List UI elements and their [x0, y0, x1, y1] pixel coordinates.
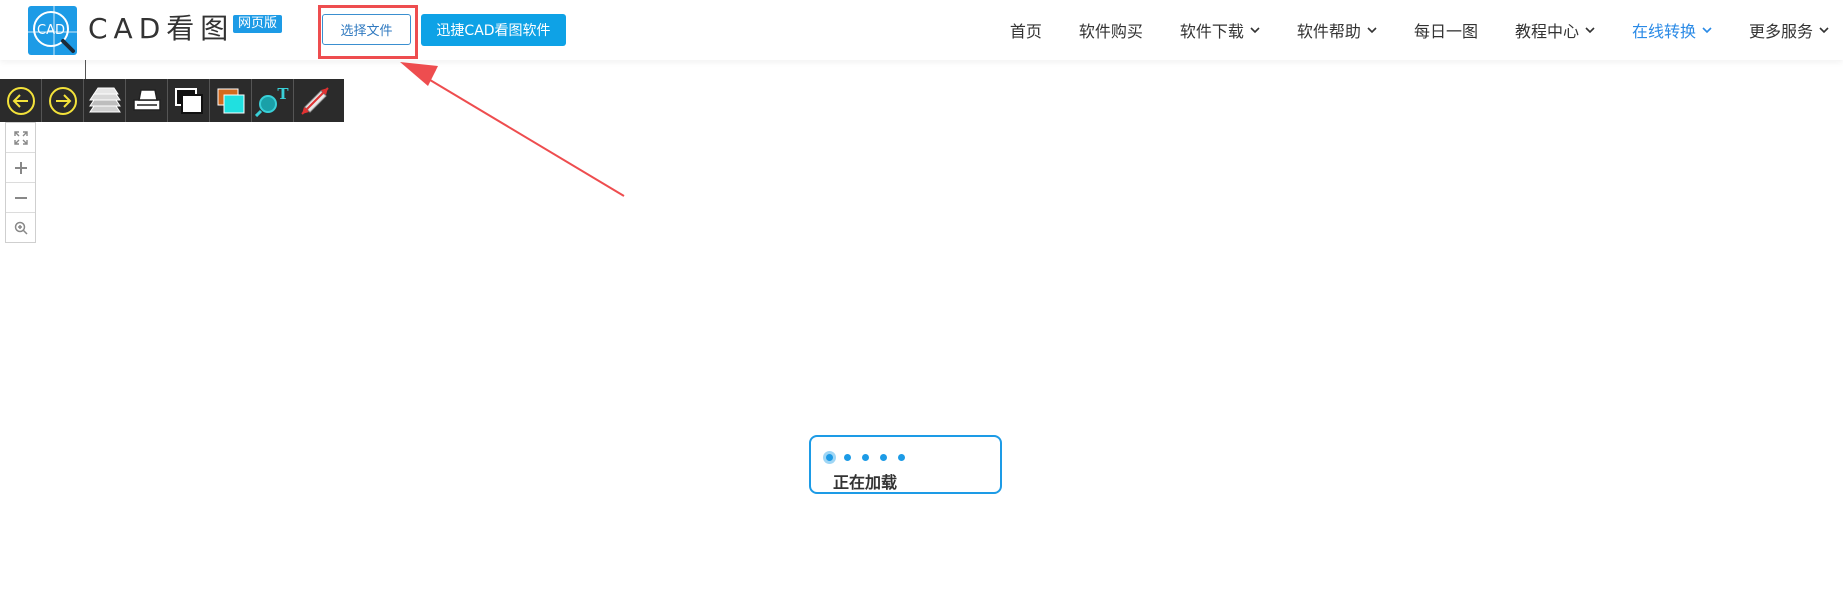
- zoom-in-icon: [14, 161, 27, 174]
- nav-item-label: 教程中心: [1514, 22, 1579, 41]
- web-version-badge: 网页版: [233, 15, 283, 33]
- svg-text:T: T: [277, 85, 289, 103]
- background-color-button[interactable]: [210, 79, 252, 122]
- window-button[interactable]: [168, 79, 210, 122]
- main-nav: 首页 软件购买 软件下载 软件帮助 每日一图 教程中心 在线转换 更多服务: [973, 0, 1829, 60]
- nav-item-0[interactable]: 首页: [1010, 18, 1042, 42]
- background-color-icon: [217, 88, 244, 113]
- nav-item-label: 软件帮助: [1296, 22, 1361, 41]
- print-icon: [132, 88, 161, 111]
- loading-dots: [823, 451, 916, 464]
- cad-logo[interactable]: CAD: [28, 6, 77, 55]
- chevron-down-icon: [1819, 27, 1829, 34]
- text-search-button[interactable]: T: [252, 79, 294, 122]
- chevron-down-icon: [1367, 27, 1377, 34]
- nav-item-4[interactable]: 每日一图: [1414, 18, 1478, 42]
- nav-item-label: 软件下载: [1179, 22, 1244, 41]
- nav-item-label: 软件购买: [1078, 22, 1143, 41]
- back-button[interactable]: [0, 79, 42, 122]
- print-button[interactable]: [126, 79, 168, 122]
- fit-screen-icon: [13, 130, 28, 145]
- nav-item-3[interactable]: 软件帮助: [1297, 18, 1377, 42]
- forward-arrow-icon: [48, 86, 77, 115]
- nav-item-label: 首页: [1009, 22, 1042, 41]
- zoom-in-button[interactable]: [6, 153, 35, 183]
- top-header: CAD CAD看图 网页版 选择文件 迅捷CAD看图软件 首页 软件购买 软件下载 软…: [0, 0, 1843, 60]
- loading-dot: [898, 454, 905, 461]
- loading-dot: [823, 451, 836, 464]
- nav-item-7[interactable]: 更多服务: [1749, 18, 1829, 42]
- crosshair-line: [85, 60, 86, 79]
- cad-logo-icon: CAD: [28, 6, 77, 55]
- zoom-out-button[interactable]: [6, 183, 35, 213]
- forward-button[interactable]: [42, 79, 84, 122]
- nav-item-6[interactable]: 在线转换: [1632, 18, 1712, 42]
- zoom-window-icon: [14, 221, 28, 235]
- zoom-window-button[interactable]: [6, 213, 35, 242]
- nav-item-2[interactable]: 软件下载: [1180, 18, 1260, 42]
- chevron-down-icon: [1585, 27, 1595, 34]
- measure-icon: [301, 86, 329, 115]
- back-arrow-icon: [6, 86, 35, 115]
- cad-viewer-page: CAD CAD看图 网页版 选择文件 迅捷CAD看图软件 首页 软件购买 软件下载 软…: [0, 0, 1843, 615]
- nav-item-label: 在线转换: [1631, 22, 1696, 41]
- layers-button[interactable]: [84, 79, 126, 122]
- nav-item-5[interactable]: 教程中心: [1515, 18, 1595, 42]
- layers-icon: [88, 87, 121, 112]
- loading-text: 正在加载: [833, 473, 898, 492]
- loading-dot: [844, 454, 851, 461]
- chevron-down-icon: [1250, 27, 1260, 34]
- viewer-toolbar: T: [0, 79, 344, 122]
- fit-screen-button[interactable]: [6, 123, 35, 153]
- select-file-button[interactable]: 选择文件: [322, 14, 411, 45]
- loading-dot: [880, 454, 887, 461]
- loading-indicator: 正在加载: [809, 435, 1002, 494]
- measure-button[interactable]: [294, 79, 336, 122]
- brand-title: CAD看图: [88, 12, 235, 45]
- loading-dot: [862, 454, 869, 461]
- nav-item-label: 每日一图: [1413, 22, 1478, 41]
- nav-item-label: 更多服务: [1748, 22, 1813, 41]
- logo-text: CAD: [37, 23, 65, 38]
- chevron-down-icon: [1702, 27, 1712, 34]
- window-icon: [174, 87, 203, 114]
- zoom-controls: [5, 122, 36, 243]
- zoom-out-icon: [14, 196, 27, 199]
- nav-item-1[interactable]: 软件购买: [1079, 18, 1143, 42]
- text-search-icon: T: [254, 85, 289, 117]
- download-software-button[interactable]: 迅捷CAD看图软件: [421, 14, 566, 46]
